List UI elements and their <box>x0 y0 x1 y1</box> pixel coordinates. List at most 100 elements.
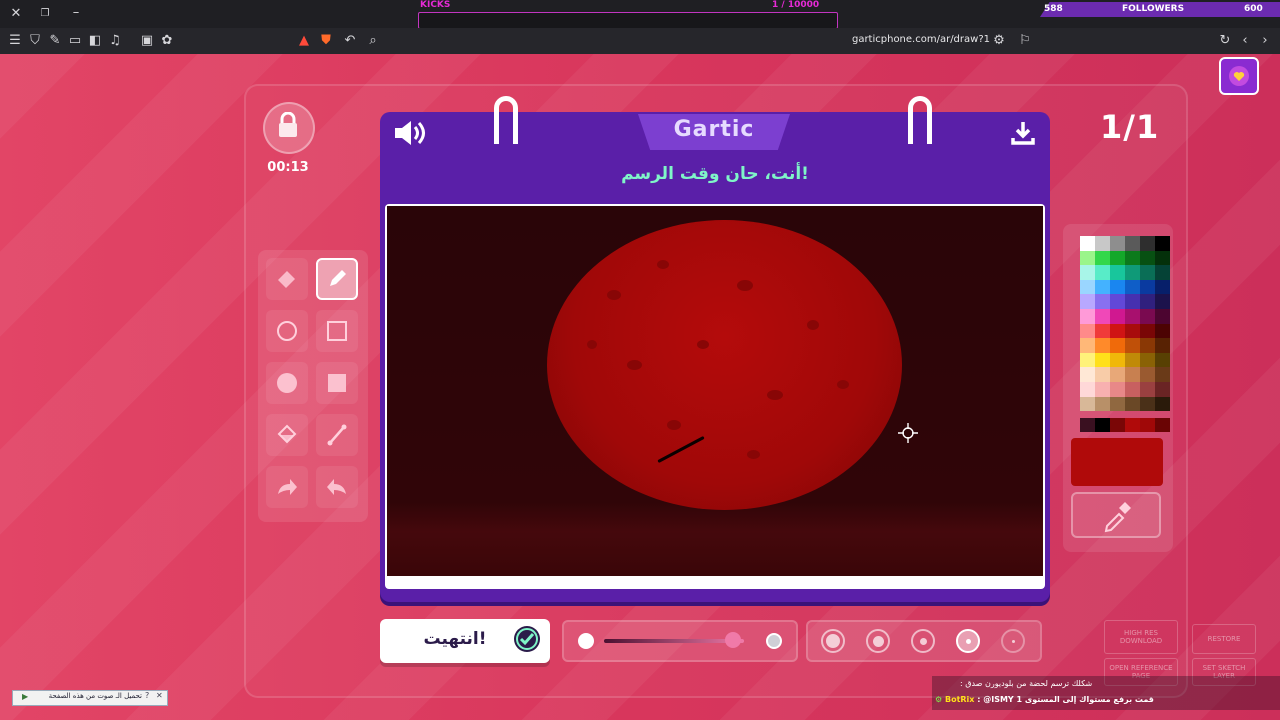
color-swatch[interactable] <box>1095 396 1110 412</box>
site-settings-icon[interactable]: ⚙ <box>991 33 1007 49</box>
menu-icon[interactable]: ☰ <box>7 33 23 49</box>
color-swatch[interactable] <box>1125 396 1140 412</box>
color-swatch[interactable] <box>1125 381 1140 397</box>
line-tool[interactable] <box>316 414 358 456</box>
color-swatch[interactable] <box>1125 338 1140 353</box>
brave-shields-icon[interactable]: ⛊ <box>318 33 334 49</box>
undo-tool[interactable] <box>316 466 358 508</box>
extensions-icon[interactable]: ✿ <box>159 33 175 49</box>
high-res-download-button[interactable]: HIGH RES DOWNLOAD <box>1104 620 1178 654</box>
color-swatch[interactable] <box>1125 367 1140 382</box>
color-swatch[interactable] <box>1095 250 1110 266</box>
color-swatch[interactable] <box>1080 236 1095 251</box>
color-swatch[interactable] <box>1125 308 1140 324</box>
color-swatch[interactable] <box>1125 279 1140 295</box>
color-swatch[interactable] <box>1110 338 1125 353</box>
color-swatch[interactable] <box>1095 338 1110 353</box>
color-swatch[interactable] <box>1080 250 1095 266</box>
color-swatch[interactable] <box>1095 323 1110 339</box>
color-swatch[interactable] <box>1095 308 1110 324</box>
color-swatch[interactable] <box>1110 236 1125 251</box>
recent-color-swatch[interactable] <box>1080 418 1095 432</box>
shield-icon[interactable]: ⛉ <box>27 33 43 49</box>
pencil-tool[interactable] <box>316 258 358 300</box>
color-swatch[interactable] <box>1155 367 1170 382</box>
color-swatch[interactable] <box>1140 265 1155 280</box>
color-swatch[interactable] <box>1125 265 1140 280</box>
color-swatch[interactable] <box>1155 338 1170 353</box>
color-swatch[interactable] <box>1080 265 1095 280</box>
close-window-icon[interactable]: ✕ <box>8 6 24 22</box>
ellipse-outline-tool[interactable] <box>266 310 308 352</box>
eraser-tool[interactable] <box>266 258 308 300</box>
zoom-icon[interactable]: ⌕ <box>365 33 381 49</box>
color-swatch[interactable] <box>1110 352 1125 368</box>
color-swatch[interactable] <box>1110 396 1125 412</box>
color-swatch[interactable] <box>1110 265 1125 280</box>
rectangle-outline-tool[interactable] <box>316 310 358 352</box>
color-swatch[interactable] <box>1110 381 1125 397</box>
color-swatch[interactable] <box>1110 308 1125 324</box>
current-color-preview[interactable] <box>1071 438 1163 486</box>
back-icon[interactable]: ‹ <box>1237 33 1253 49</box>
restore-window-icon[interactable]: ❐ <box>37 6 53 22</box>
color-swatch[interactable] <box>1125 236 1140 251</box>
forward-icon[interactable]: › <box>1257 33 1273 49</box>
recent-color-swatch[interactable] <box>1095 418 1110 432</box>
brush-size-md[interactable] <box>911 629 935 653</box>
color-swatch[interactable] <box>1155 396 1170 412</box>
tabs-icon[interactable]: ▭ <box>67 33 83 49</box>
color-swatch[interactable] <box>1095 294 1110 309</box>
reload-icon[interactable]: ↻ <box>1217 33 1233 49</box>
color-swatch[interactable] <box>1110 250 1125 266</box>
recent-color-swatch[interactable] <box>1140 418 1155 432</box>
color-swatch[interactable] <box>1155 308 1170 324</box>
avatar-button[interactable] <box>1219 57 1259 95</box>
color-swatch[interactable] <box>1080 308 1095 324</box>
brush-size-xl[interactable] <box>821 629 845 653</box>
color-swatch[interactable] <box>1140 396 1155 412</box>
bookmark-icon[interactable]: ⚐ <box>1017 33 1033 49</box>
color-swatch[interactable] <box>1080 381 1095 397</box>
sidebar-icon[interactable]: ◧ <box>87 33 103 49</box>
color-swatch[interactable] <box>1110 367 1125 382</box>
color-swatch[interactable] <box>1140 381 1155 397</box>
brave-rewards-icon[interactable]: ▲ <box>296 33 312 49</box>
infobar-close-icon[interactable]: ✕ <box>156 691 163 700</box>
color-swatch[interactable] <box>1155 279 1170 295</box>
redo-tool[interactable] <box>266 466 308 508</box>
color-swatch[interactable] <box>1140 367 1155 382</box>
recent-color-swatch[interactable] <box>1110 418 1125 432</box>
color-swatch[interactable] <box>1080 352 1095 368</box>
play-icon[interactable]: ▶ <box>22 692 28 701</box>
color-swatch[interactable] <box>1140 323 1155 339</box>
download-icon[interactable] <box>1010 120 1036 146</box>
sound-icon[interactable] <box>392 118 428 148</box>
color-swatch[interactable] <box>1110 294 1125 309</box>
drawing-canvas[interactable] <box>387 206 1043 576</box>
color-swatch[interactable] <box>1140 352 1155 368</box>
bucket-tool[interactable] <box>266 414 308 456</box>
color-swatch[interactable] <box>1155 352 1170 368</box>
color-swatch[interactable] <box>1140 294 1155 309</box>
color-swatch[interactable] <box>1080 396 1095 412</box>
recent-color-swatch[interactable] <box>1125 418 1140 432</box>
color-swatch[interactable] <box>1140 250 1155 266</box>
color-swatch[interactable] <box>1080 294 1095 309</box>
color-swatch[interactable] <box>1095 381 1110 397</box>
undo-icon[interactable]: ↶ <box>342 33 358 49</box>
eyedropper-button[interactable] <box>1071 492 1161 538</box>
pen-icon[interactable]: ✎ <box>47 33 63 49</box>
music-icon[interactable]: ♫ <box>107 33 123 49</box>
wallet-icon[interactable]: ▣ <box>139 33 155 49</box>
ellipse-fill-tool[interactable] <box>266 362 308 404</box>
color-swatch[interactable] <box>1125 352 1140 368</box>
minimize-window-icon[interactable]: – <box>68 5 84 21</box>
restore-button[interactable]: RESTORE <box>1192 624 1256 654</box>
help-icon[interactable]: ? <box>145 691 149 700</box>
color-swatch[interactable] <box>1095 352 1110 368</box>
brush-size-xs[interactable] <box>1001 629 1025 653</box>
color-swatch[interactable] <box>1155 265 1170 280</box>
color-swatch[interactable] <box>1110 279 1125 295</box>
color-swatch[interactable] <box>1110 323 1125 339</box>
